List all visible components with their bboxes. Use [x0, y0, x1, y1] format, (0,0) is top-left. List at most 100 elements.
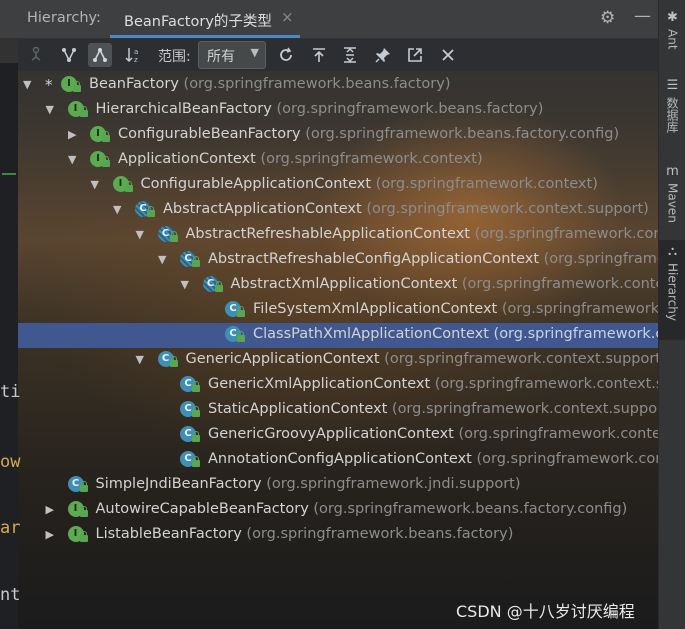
pin-icon[interactable] — [371, 43, 395, 67]
tree-node-label: GenericApplicationContext (org.springfra… — [186, 351, 659, 367]
tree-node[interactable]: ▼ I ApplicationContext (org.springframewor… — [18, 148, 658, 173]
expand-arrow-icon[interactable]: ▼ — [136, 228, 148, 242]
tree-node-label: AbstractRefreshableApplicationContext (o… — [186, 226, 659, 242]
tree-node[interactable]: ▼ I HierarchicalBeanFactory (org.springfra… — [18, 98, 658, 123]
tree-node[interactable]: ▶ I ConfigurableBeanFactory (org.springfra… — [18, 123, 658, 148]
tree-node-label: HierarchicalBeanFactory (org.springframe… — [96, 101, 544, 117]
ant-icon: ✱ — [667, 10, 678, 25]
subtypes-hierarchy-icon[interactable] — [88, 43, 112, 67]
class-name: AutowireCapableBeanFactory — [95, 501, 309, 517]
side-tool-hierarchy[interactable]: ⛬ Hierarchy — [659, 240, 685, 340]
class-name: AnnotationConfigApplicationContext — [208, 451, 472, 467]
gear-icon[interactable]: ⚙ — [600, 8, 615, 28]
expand-arrow-icon[interactable]: ▼ — [158, 253, 170, 267]
sort-alphabetically-icon[interactable]: az — [121, 43, 145, 67]
close-icon[interactable] — [436, 43, 460, 67]
tree-node[interactable]: ▶ I ListableBeanFactory (org.springframewo… — [18, 523, 658, 548]
tree-node[interactable]: ▼ C AbstractApplicationContext (org.spring… — [18, 198, 658, 223]
supertypes-hierarchy-icon[interactable] — [57, 43, 81, 67]
class-icon: C — [225, 326, 245, 344]
open-in-window-icon[interactable] — [403, 43, 427, 67]
class-name: FileSystemXmlApplicationContext — [253, 301, 498, 317]
class-name: AbstractRefreshableConfigApplicationCont… — [208, 251, 540, 267]
class-icon: C — [180, 426, 200, 444]
side-tool-label: 数据库 — [665, 97, 679, 133]
tree-node[interactable]: ▼ C GenericApplicationContext (org.springf… — [18, 348, 658, 373]
tree-node[interactable]: C SimpleJndiBeanFactory (org.springframew… — [18, 473, 658, 498]
side-tool-maven[interactable]: m Maven — [659, 160, 685, 235]
expand-all-icon[interactable] — [338, 43, 362, 67]
tree-node-label: ClassPathXmlApplicationContext (org.spri… — [253, 326, 658, 342]
hierarchy-tree: ▼ * I BeanFactory (org.springframework.bean… — [18, 73, 658, 553]
expand-arrow-icon[interactable]: ▼ — [181, 278, 193, 292]
export-icon[interactable] — [307, 43, 331, 67]
tree-node[interactable]: C GenericGroovyApplicationContext (org.sp… — [18, 423, 658, 448]
panel-title: Hierarchy: — [27, 10, 101, 26]
tree-node[interactable]: ▼ I ConfigurableApplicationContext (org.sp… — [18, 173, 658, 198]
class-name: GenericApplicationContext — [185, 351, 380, 367]
tree-node[interactable]: ▶ I AutowireCapableBeanFactory (org.spring… — [18, 498, 658, 523]
tree-node[interactable]: ▼ C AbstractRefreshableApplicationContext … — [18, 223, 658, 248]
package-name: (org.springframework.context) — [375, 176, 598, 192]
package-name: (org.springframework.jndi.support) — [266, 476, 521, 492]
tab-label: BeanFactory的子类型 — [124, 14, 272, 30]
class-name: StaticApplicationContext — [208, 401, 388, 417]
tree-node[interactable]: C FileSystemXmlApplicationContext (org.sp… — [18, 298, 658, 323]
class-name: BeanFactory — [89, 76, 179, 92]
class-name: AbstractRefreshableApplicationContext — [185, 226, 471, 242]
minimize-icon[interactable]: — — [634, 6, 651, 26]
abstract-class-icon: C — [180, 251, 200, 269]
class-name: AbstractApplicationContext — [163, 201, 362, 217]
tree-node-label: GenericXmlApplicationContext (org.spring… — [208, 376, 658, 392]
collapse-arrow-icon[interactable]: ▶ — [68, 128, 80, 142]
hierarchy-toolbar: az 范围: 所有 ▼ — [18, 39, 658, 71]
interface-icon: I — [67, 501, 88, 519]
package-name: (org.springframework.context.support) — [501, 301, 658, 317]
interface-icon: I — [112, 176, 133, 194]
abstract-class-icon: C — [202, 276, 223, 294]
watermark: CSDN @十八岁讨厌编程 — [456, 602, 635, 621]
tree-node[interactable]: ▼ * I BeanFactory (org.springframework.bean… — [18, 73, 658, 98]
tree-node[interactable]: ▼ C AbstractRefreshableConfigApplicationCo… — [18, 248, 658, 273]
package-name: (org.springframework.context.support) — [384, 351, 658, 367]
side-tool-label: Maven — [665, 183, 680, 223]
tab-beanfactory-subtypes[interactable]: BeanFactory的子类型 × — [110, 0, 300, 38]
tree-node-label: ConfigurableBeanFactory (org.springframe… — [118, 126, 619, 142]
side-tool-ant[interactable]: ✱ Ant — [659, 6, 685, 66]
tree-node[interactable]: C AnnotationConfigApplicationContext (org… — [18, 448, 658, 473]
side-tool-label: Hierarchy — [665, 263, 680, 322]
tree-node[interactable]: C GenericXmlApplicationContext (org.sprin… — [18, 373, 658, 398]
scope-value: 所有 — [207, 49, 235, 65]
tree-node-label: AbstractXmlApplicationContext (org.sprin… — [231, 276, 659, 292]
package-name: (org.springframework.beans.factory.confi… — [305, 126, 620, 142]
package-name: (org.springframework.beans.factory.confi… — [313, 501, 628, 517]
tree-node-label: StaticApplicationContext (org.springfram… — [208, 401, 658, 417]
package-name: (org.springframework.context.support) — [458, 426, 658, 442]
package-name: (org.springframework.context.support) — [543, 251, 658, 267]
scope-dropdown[interactable]: 所有 ▼ — [198, 41, 266, 69]
tree-node[interactable]: ▼ C AbstractXmlApplicationContext (org.spr… — [18, 273, 658, 298]
refresh-icon[interactable] — [274, 43, 298, 67]
active-tab-indicator — [110, 35, 300, 38]
base-marker: * — [45, 76, 53, 94]
expand-arrow-icon[interactable]: ▼ — [23, 78, 35, 92]
type-hierarchy-icon[interactable] — [24, 43, 48, 67]
expand-arrow-icon[interactable]: ▼ — [68, 153, 80, 167]
svg-text:a: a — [134, 48, 138, 56]
hierarchy-panel-header: Hierarchy: BeanFactory的子类型 × ⚙ — — [0, 0, 658, 39]
collapse-arrow-icon[interactable]: ▶ — [46, 503, 58, 517]
side-tool-数据库[interactable]: ☰ 数据库 — [659, 74, 685, 154]
expand-arrow-icon[interactable]: ▼ — [136, 353, 148, 367]
package-name: (org.springframework.beans.factory) — [276, 101, 544, 117]
class-name: AbstractXmlApplicationContext — [230, 276, 458, 292]
expand-arrow-icon[interactable]: ▼ — [113, 203, 125, 217]
close-icon[interactable]: × — [281, 8, 294, 26]
expand-arrow-icon[interactable]: ▼ — [46, 103, 58, 117]
class-name: SimpleJndiBeanFactory — [95, 476, 262, 492]
interface-icon: I — [90, 151, 110, 169]
collapse-arrow-icon[interactable]: ▶ — [46, 528, 58, 542]
tree-node[interactable]: C ClassPathXmlApplicationContext (org.spr… — [18, 323, 658, 348]
package-name: (org.springframework.beans.factory) — [183, 76, 451, 92]
tree-node[interactable]: C StaticApplicationContext (org.springfra… — [18, 398, 658, 423]
expand-arrow-icon[interactable]: ▼ — [91, 178, 103, 192]
